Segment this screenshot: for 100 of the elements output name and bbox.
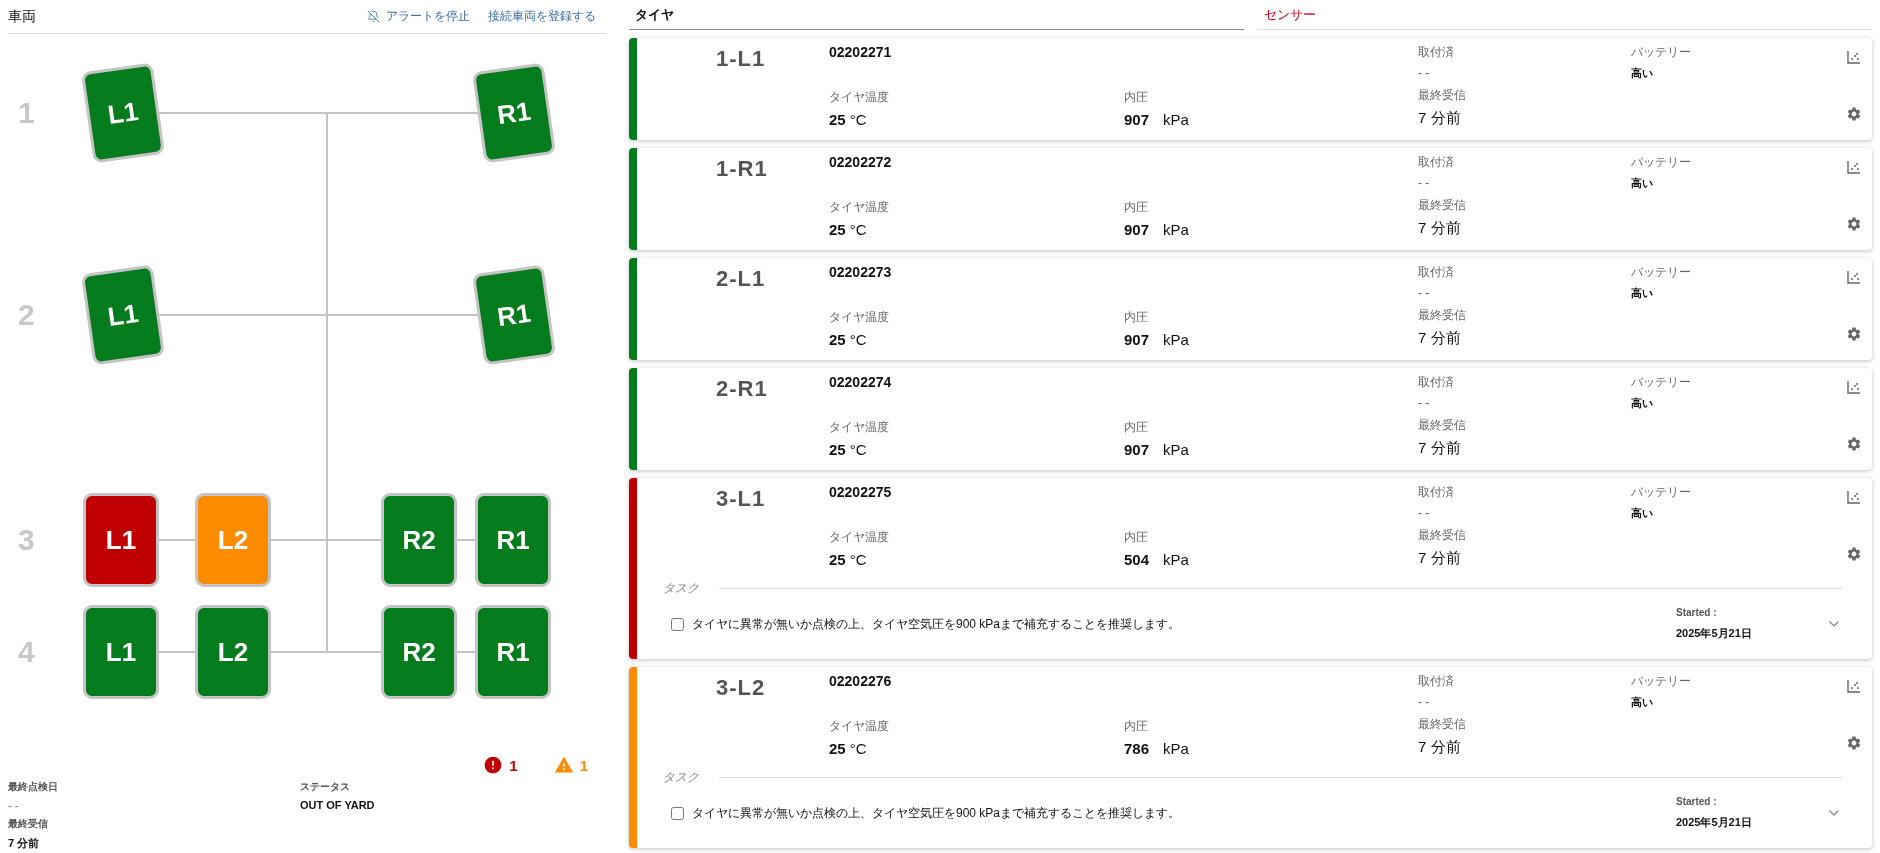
sensor-id: 02202275 — [829, 484, 893, 500]
tire[interactable]: L1 — [80, 264, 166, 366]
field-label: タイヤ温度 — [829, 309, 890, 326]
field-value: 7 分前 — [1418, 329, 1462, 348]
field-value: - - — [1418, 396, 1431, 410]
field-label: 取付済 — [1418, 154, 1455, 171]
section-heading: タスク — [663, 580, 699, 597]
task-text: タイヤに異常が無いか点検の上、タイヤ空気圧を900 kPaまで補充することを推奨します。 — [692, 804, 1182, 822]
field-label: 内圧 — [1124, 309, 1149, 326]
started-label: Started : — [1676, 796, 1718, 807]
tire[interactable]: R1 — [471, 264, 557, 366]
field-label: タイヤ温度 — [829, 718, 890, 735]
tire[interactable]: R2 — [381, 605, 457, 699]
tire-position: 1-L1 — [716, 46, 766, 71]
tire[interactable]: R1 — [471, 62, 557, 164]
unit-label: kPa — [1163, 111, 1189, 128]
scatter-chart-icon[interactable] — [1847, 679, 1861, 693]
tire[interactable]: R2 — [381, 493, 457, 587]
field-label: 取付済 — [1418, 44, 1455, 61]
tire[interactable]: L1 — [83, 493, 159, 587]
temperature-value: 25 — [829, 441, 846, 458]
info-label: 最終受信 — [8, 817, 49, 831]
unit-label: °C — [849, 111, 867, 128]
pressure-value: 907 — [1124, 441, 1150, 458]
temperature-value: 25 — [829, 221, 846, 238]
mute-alerts-link[interactable]: アラートを停止 — [367, 8, 470, 25]
settings-icon[interactable] — [1846, 216, 1862, 232]
tire-position: 3-L1 — [716, 486, 766, 511]
alert-count: 1 — [579, 756, 588, 774]
temperature-value: 25 — [829, 331, 846, 348]
pressure-value: 786 — [1124, 740, 1150, 757]
sensor-id: 02202272 — [829, 154, 893, 170]
field-value: 7 分前 — [1418, 109, 1462, 128]
settings-icon[interactable] — [1846, 106, 1862, 122]
field-label: 取付済 — [1418, 673, 1455, 690]
info-value: 7 分前 — [8, 836, 41, 851]
scatter-chart-icon[interactable] — [1847, 160, 1861, 174]
field-label: 取付済 — [1418, 484, 1455, 501]
tab[interactable]: センサー — [1257, 0, 1872, 30]
settings-icon[interactable] — [1846, 436, 1862, 452]
sensor-id: 02202273 — [829, 264, 893, 280]
tire[interactable]: L2 — [195, 605, 271, 699]
scatter-chart-icon[interactable] — [1847, 380, 1861, 394]
section-heading: タスク — [663, 769, 699, 786]
sensor-id: 02202274 — [829, 374, 893, 390]
tire[interactable]: R1 — [475, 605, 551, 699]
unit-label: kPa — [1163, 221, 1189, 238]
started-date: 2025年5月21日 — [1676, 815, 1753, 830]
field-label: バッテリー — [1631, 44, 1692, 61]
pressure-value: 504 — [1124, 551, 1150, 568]
field-label: バッテリー — [1631, 264, 1692, 281]
field-label: 最終受信 — [1418, 307, 1467, 324]
pressure-value: 907 — [1124, 331, 1150, 348]
field-value: 7 分前 — [1418, 738, 1462, 757]
info-value: OUT OF YARD — [300, 799, 376, 811]
settings-icon[interactable] — [1846, 735, 1862, 751]
field-value: 高い — [1631, 695, 1654, 710]
info-value: - - — [8, 799, 20, 811]
alert-count: 1 — [509, 756, 518, 774]
temperature-value: 25 — [829, 111, 846, 128]
field-value: 高い — [1631, 66, 1654, 81]
scatter-chart-icon[interactable] — [1847, 270, 1861, 284]
unit-label: kPa — [1163, 331, 1189, 348]
tire[interactable]: R1 — [475, 493, 551, 587]
field-value: - - — [1418, 66, 1431, 80]
temperature-value: 25 — [829, 551, 846, 568]
tire[interactable]: L1 — [83, 605, 159, 699]
field-label: タイヤ温度 — [829, 419, 890, 436]
task-checkbox[interactable] — [671, 617, 684, 631]
tire[interactable]: L1 — [80, 62, 166, 164]
tab[interactable]: タイヤ — [629, 0, 1244, 30]
unit-label: kPa — [1163, 441, 1189, 458]
unit-label: °C — [849, 331, 867, 348]
field-label: 内圧 — [1124, 718, 1149, 735]
field-value: 高い — [1631, 506, 1654, 521]
task-text: タイヤに異常が無いか点検の上、タイヤ空気圧を900 kPaまで補充することを推奨します。 — [692, 615, 1182, 633]
bell-off-icon — [367, 10, 380, 23]
field-value: - - — [1418, 506, 1431, 520]
field-label: バッテリー — [1631, 154, 1692, 171]
pressure-value: 907 — [1124, 221, 1150, 238]
field-value: 高い — [1631, 396, 1654, 411]
field-label: 内圧 — [1124, 89, 1149, 106]
tire-position: 2-R1 — [716, 376, 768, 401]
settings-icon[interactable] — [1846, 326, 1862, 342]
settings-icon[interactable] — [1846, 546, 1862, 562]
warning-icon — [553, 755, 574, 775]
scatter-chart-icon[interactable] — [1847, 50, 1861, 64]
sensor-id: 02202271 — [829, 44, 893, 60]
panel-title: 車両 — [8, 7, 36, 26]
unit-label: °C — [849, 551, 867, 568]
task-checkbox[interactable] — [671, 806, 684, 820]
register-vehicle-link[interactable]: 接続車両を登録する — [488, 8, 596, 25]
field-label: タイヤ温度 — [829, 89, 890, 106]
unit-label: kPa — [1163, 740, 1189, 757]
field-label: バッテリー — [1631, 484, 1692, 501]
field-value: 7 分前 — [1418, 549, 1462, 568]
field-label: 最終受信 — [1418, 87, 1467, 104]
scatter-chart-icon[interactable] — [1847, 490, 1861, 504]
field-value: 7 分前 — [1418, 219, 1462, 238]
tire-position: 3-L2 — [716, 675, 766, 700]
